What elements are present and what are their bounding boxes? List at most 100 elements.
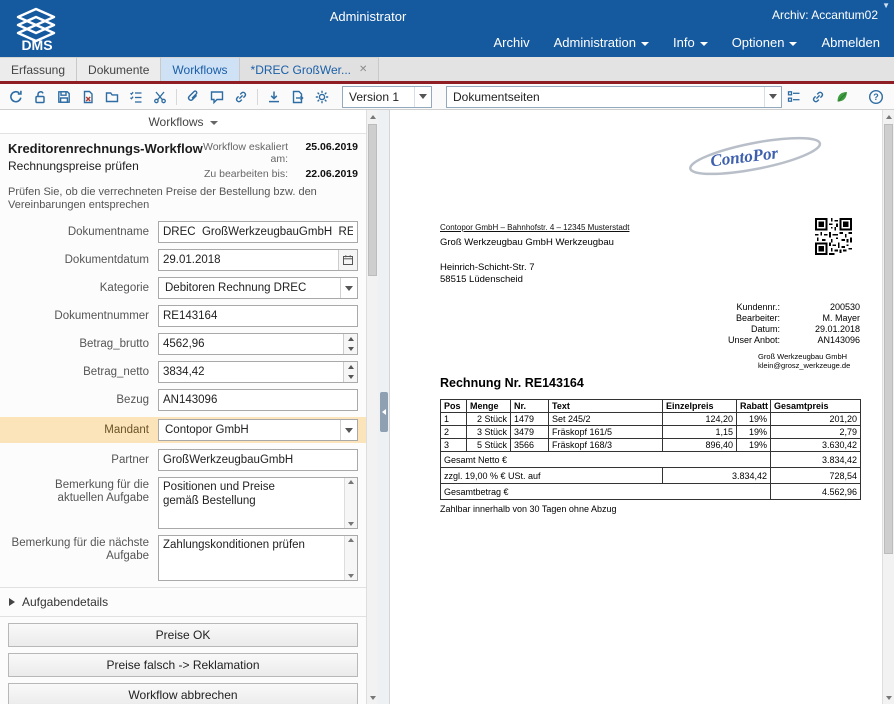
menu-administration[interactable]: Administration bbox=[554, 35, 649, 50]
scroll-up-button[interactable] bbox=[367, 110, 378, 123]
scroll-up-button[interactable] bbox=[883, 110, 894, 123]
scroll-down-button[interactable] bbox=[883, 691, 894, 704]
scissors-button[interactable] bbox=[148, 86, 172, 108]
download-button[interactable] bbox=[262, 86, 286, 108]
workflow-header: Kreditorenrechnungs-Workflow Rechnungspr… bbox=[0, 134, 366, 182]
workflow-description: Prüfen Sie, ob die verrechneten Preise d… bbox=[0, 182, 366, 212]
workflow-abbrechen-button[interactable]: Workflow abbrechen bbox=[8, 683, 358, 704]
dokumentname-label: Dokumentname bbox=[8, 226, 158, 239]
collapse-arrow-icon[interactable]: ▼ bbox=[882, 1, 890, 10]
scroll-down-button[interactable] bbox=[367, 691, 378, 704]
tab-workflows[interactable]: Workflows bbox=[161, 57, 239, 81]
panel-scrollbar[interactable] bbox=[366, 110, 378, 704]
bemerkung-naechste-textarea[interactable]: Zahlungskonditionen prüfen bbox=[158, 535, 358, 581]
preise-falsch-button[interactable]: Preise falsch -> Reklamation bbox=[8, 653, 358, 677]
tab-bar: Erfassung Dokumente Workflows *DREC Groß… bbox=[0, 57, 894, 84]
document-pages-select[interactable]: Dokumentseiten bbox=[446, 86, 782, 108]
version-select[interactable]: Version 1 bbox=[342, 86, 432, 108]
comment-button[interactable] bbox=[205, 86, 229, 108]
task-details-label: Aufgabendetails bbox=[22, 595, 108, 609]
document-toolbar: Version 1 Dokumentseiten ? bbox=[0, 84, 894, 110]
info-footer-email: klein@grosz_werkzeuge.de bbox=[758, 361, 860, 370]
partner-input[interactable] bbox=[158, 449, 358, 471]
scroll-down-icon bbox=[886, 696, 892, 700]
cell: 3.630,42 bbox=[771, 439, 861, 452]
document-scrollbar[interactable] bbox=[882, 110, 894, 704]
tab-erfassung[interactable]: Erfassung bbox=[0, 57, 77, 81]
cell: Fräskopf 161/5 bbox=[549, 426, 663, 439]
preise-ok-button[interactable]: Preise OK bbox=[8, 623, 358, 647]
spin-down-button[interactable] bbox=[344, 344, 357, 354]
cell: 2 bbox=[441, 426, 467, 439]
scrollbar-thumb[interactable] bbox=[884, 124, 893, 554]
export-pdf-button[interactable] bbox=[286, 86, 310, 108]
workflow-form: Dokumentname Dokumentdatum Kategorie bbox=[0, 221, 366, 581]
mandant-select[interactable]: Contopor GmbH bbox=[158, 419, 358, 441]
menu-archiv[interactable]: Archiv bbox=[494, 35, 530, 50]
save-icon bbox=[56, 89, 72, 105]
link-button[interactable] bbox=[229, 86, 253, 108]
cell: 5 Stück bbox=[467, 439, 511, 452]
scroll-down-icon bbox=[370, 696, 376, 700]
help-button[interactable]: ? bbox=[864, 86, 888, 108]
refresh-button[interactable] bbox=[4, 86, 28, 108]
hyperlink-button[interactable] bbox=[806, 86, 830, 108]
invoice-row: 1 2 Stück 1479 Set 245/2 124,20 19% 201,… bbox=[441, 413, 861, 426]
menu-abmelden-label: Abmelden bbox=[821, 35, 880, 50]
unlock-button[interactable] bbox=[28, 86, 52, 108]
kategorie-select[interactable]: Debitoren Rechnung DREC bbox=[158, 277, 358, 299]
save-button[interactable] bbox=[52, 86, 76, 108]
menu-archiv-label: Archiv bbox=[494, 35, 530, 50]
panel-splitter[interactable] bbox=[378, 110, 390, 704]
toolbar-separator bbox=[257, 89, 258, 105]
dokumentnummer-input[interactable] bbox=[158, 305, 358, 327]
menu-abmelden[interactable]: Abmelden bbox=[821, 35, 880, 50]
chevron-down-icon bbox=[340, 420, 357, 440]
tab-dokumente[interactable]: Dokumente bbox=[77, 57, 161, 81]
workflow-step-title: Rechnungspreise prüfen bbox=[8, 159, 192, 173]
datum-value: 29.01.2018 bbox=[780, 324, 860, 335]
spin-up-button[interactable] bbox=[344, 362, 357, 372]
workflows-panel-selector[interactable]: Workflows bbox=[0, 110, 366, 134]
tab-document-drec[interactable]: *DREC GroßWer... ✕ bbox=[240, 57, 380, 81]
close-icon[interactable]: ✕ bbox=[359, 65, 367, 75]
scroll-up-icon bbox=[348, 538, 354, 542]
betrag-netto-input[interactable] bbox=[158, 361, 358, 383]
bezug-input[interactable] bbox=[158, 389, 358, 411]
delete-button[interactable] bbox=[76, 86, 100, 108]
menu-info[interactable]: Info bbox=[673, 35, 708, 50]
escalated-date: 25.06.2019 bbox=[294, 141, 358, 153]
invoice-row: 2 3 Stück 3479 Fräskopf 161/5 1,15 19% 2… bbox=[441, 426, 861, 439]
cell: Fräskopf 168/3 bbox=[549, 439, 663, 452]
summary-mid-value: 3.834,42 bbox=[663, 468, 771, 484]
workflows-panel-title: Workflows bbox=[148, 115, 203, 129]
textarea-scrollbar[interactable] bbox=[344, 478, 357, 528]
folder-button[interactable] bbox=[100, 86, 124, 108]
scissors-icon bbox=[152, 89, 168, 105]
splitter-grip[interactable] bbox=[380, 392, 388, 432]
anbot-label: Unser Anbot: bbox=[700, 335, 780, 346]
page-list-button[interactable] bbox=[782, 86, 806, 108]
settings-button[interactable] bbox=[310, 86, 334, 108]
dokumentdatum-input[interactable] bbox=[158, 249, 358, 271]
attachment-button[interactable] bbox=[181, 86, 205, 108]
menu-info-label: Info bbox=[673, 35, 695, 50]
cell: 19% bbox=[737, 426, 771, 439]
textarea-scrollbar[interactable] bbox=[344, 536, 357, 580]
field-row-mandant: Mandant Contopor GmbH bbox=[0, 417, 366, 443]
dokumentname-input[interactable] bbox=[158, 221, 358, 243]
bemerkung-aktuell-textarea[interactable]: Positionen und Preise gemäß Bestellung bbox=[158, 477, 358, 529]
spin-up-button[interactable] bbox=[344, 334, 357, 344]
calendar-button[interactable] bbox=[338, 250, 357, 270]
cell: 19% bbox=[737, 413, 771, 426]
app-window: DMS Administrator Archiv: Accantum02 ▼ A… bbox=[0, 0, 894, 704]
betrag-brutto-input[interactable] bbox=[158, 333, 358, 355]
checklist-button[interactable] bbox=[124, 86, 148, 108]
mandant-label: Mandant bbox=[8, 424, 158, 437]
task-details-expander[interactable]: Aufgabendetails bbox=[0, 587, 366, 617]
help-icon: ? bbox=[868, 89, 884, 105]
spin-down-button[interactable] bbox=[344, 372, 357, 382]
menu-optionen[interactable]: Optionen bbox=[732, 35, 798, 50]
eco-button[interactable] bbox=[830, 86, 854, 108]
scrollbar-thumb[interactable] bbox=[368, 124, 377, 276]
